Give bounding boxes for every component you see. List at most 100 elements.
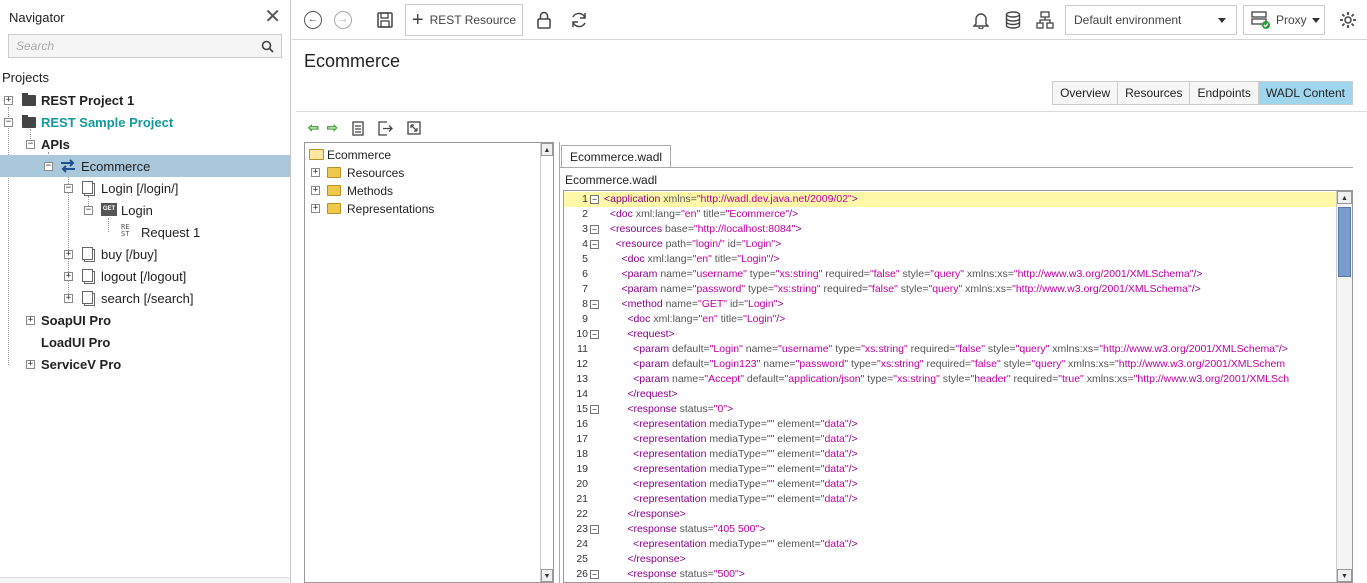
tree-item-buy[interactable]: + buy [/buy] xyxy=(0,243,290,265)
refresh-button[interactable] xyxy=(568,5,590,35)
arrow-right-icon[interactable]: ⇨ xyxy=(327,120,338,136)
collapse-icon[interactable]: − xyxy=(26,140,35,149)
code-line[interactable]: 12 <param default="Login123" name="passw… xyxy=(564,357,1336,372)
expand-icon[interactable]: + xyxy=(64,294,73,303)
code-line[interactable]: 19 <representation mediaType="" element=… xyxy=(564,462,1336,477)
network-button[interactable] xyxy=(1034,5,1056,35)
tree-item-label: APIs xyxy=(41,136,70,152)
tree-item-search[interactable]: + search [/search] xyxy=(0,287,290,309)
expand-icon[interactable]: + xyxy=(64,272,73,281)
expand-icon[interactable]: + xyxy=(4,96,13,105)
code-line[interactable]: 5 <doc xml:lang="en" title="Login"/> xyxy=(564,252,1336,267)
expand-icon[interactable]: + xyxy=(311,204,320,213)
expand-icon[interactable]: + xyxy=(26,360,35,369)
arrow-left-icon[interactable]: ⇦ xyxy=(308,120,319,136)
tab-resources[interactable]: Resources xyxy=(1118,82,1191,104)
proxy-button[interactable]: Proxy xyxy=(1243,5,1325,35)
back-button[interactable]: ← xyxy=(302,5,324,35)
close-icon[interactable]: ✕ xyxy=(264,7,281,27)
tree-item-label: LoadUI Pro xyxy=(41,334,111,350)
code-line[interactable]: 15− <response status="0"> xyxy=(564,402,1336,417)
code-line[interactable]: 2 <doc xml:lang="en" title="Ecommerce"/> xyxy=(564,207,1336,222)
expand-icon[interactable]: + xyxy=(311,168,320,177)
scroll-up-icon[interactable]: ▲ xyxy=(1337,191,1352,204)
tab-endpoints[interactable]: Endpoints xyxy=(1190,82,1259,104)
code-line[interactable]: 8− <method name="GET" id="Login"> xyxy=(564,297,1336,312)
fold-icon[interactable]: − xyxy=(590,225,599,234)
code-line[interactable]: 26− <response status="500"> xyxy=(564,567,1336,582)
collapse-icon[interactable]: − xyxy=(4,118,13,127)
fold-icon[interactable]: − xyxy=(590,405,599,414)
line-number: 26 xyxy=(576,568,588,580)
tree-item-login-method[interactable]: − GET Login xyxy=(0,199,290,221)
code-line[interactable]: 3− <resources base="http://localhost:808… xyxy=(564,222,1336,237)
tab-overview[interactable]: Overview xyxy=(1053,82,1119,104)
horizontal-scrollbar[interactable] xyxy=(0,577,290,583)
code-editor[interactable]: 1− <application xmlns="http://wadl.dev.ja… xyxy=(563,190,1353,583)
collapse-icon[interactable]: − xyxy=(84,206,93,215)
fold-icon[interactable]: − xyxy=(590,300,599,309)
code-line[interactable]: 1− <application xmlns="http://wadl.dev.ja… xyxy=(564,192,1336,207)
lock-button[interactable] xyxy=(533,5,555,35)
collapse-icon[interactable]: − xyxy=(44,162,53,171)
code-line[interactable]: 11 <param default="Login" name="username… xyxy=(564,342,1336,357)
code-line[interactable]: 23− <response status="405 500"> xyxy=(564,522,1336,537)
tree-item-request-1[interactable]: RE ST Request 1 xyxy=(0,221,290,243)
tab-wadl-content[interactable]: WADL Content xyxy=(1258,82,1352,104)
code-line[interactable]: 20 <representation mediaType="" element=… xyxy=(564,477,1336,492)
scroll-down-icon[interactable]: ▼ xyxy=(541,569,553,582)
resize-icon[interactable] xyxy=(407,121,421,135)
tree-item-logout[interactable]: + logout [/logout] xyxy=(0,265,290,287)
search-input[interactable] xyxy=(16,39,236,53)
code-line[interactable]: 9 <doc xml:lang="en" title="Login"/> xyxy=(564,312,1336,327)
expand-icon[interactable]: + xyxy=(64,250,73,259)
forward-button[interactable]: → xyxy=(332,5,354,35)
code-line[interactable]: 24 <representation mediaType="" element=… xyxy=(564,537,1336,552)
environment-select[interactable]: Default environment xyxy=(1065,5,1237,35)
code-line[interactable]: 25 </response> xyxy=(564,552,1336,567)
save-button[interactable] xyxy=(374,5,396,35)
expand-icon[interactable]: + xyxy=(26,316,35,325)
code-line[interactable]: 6 <param name="username" type="xs:string… xyxy=(564,267,1336,282)
page-title: Ecommerce xyxy=(304,51,401,71)
search-icon[interactable] xyxy=(261,40,274,53)
tree-item-servicev-pro[interactable]: + ServiceV Pro xyxy=(0,353,290,375)
document-icon[interactable] xyxy=(352,120,364,136)
code-line[interactable]: 17 <representation mediaType="" element=… xyxy=(564,432,1336,447)
tree-item-login-resource[interactable]: − Login [/login/] xyxy=(0,177,290,199)
code-line[interactable]: 7 <param name="password" type="xs:string… xyxy=(564,282,1336,297)
fold-icon[interactable]: − xyxy=(590,330,599,339)
fold-icon[interactable]: − xyxy=(590,525,599,534)
file-tab[interactable]: Ecommerce.wadl xyxy=(561,145,672,167)
editor-scrollbar[interactable]: ▲ ▼ xyxy=(1336,191,1352,582)
fold-icon[interactable]: − xyxy=(590,570,599,579)
code-line[interactable]: 18 <representation mediaType="" element=… xyxy=(564,447,1336,462)
code-line[interactable]: 21 <representation mediaType="" element=… xyxy=(564,492,1336,507)
tree-item-rest-project-1[interactable]: + REST Project 1 xyxy=(0,89,290,111)
database-button[interactable] xyxy=(1002,5,1024,35)
code-line[interactable]: 22 </response> xyxy=(564,507,1336,522)
add-rest-resource-button[interactable]: + REST Resource xyxy=(405,4,523,36)
tree-item-apis[interactable]: − APIs xyxy=(0,133,290,155)
scroll-up-icon[interactable]: ▲ xyxy=(541,143,553,156)
settings-button[interactable] xyxy=(1337,5,1359,35)
scroll-thumb[interactable] xyxy=(1338,207,1351,277)
code-line[interactable]: 4− <resource path="login/" id="Login"> xyxy=(564,237,1336,252)
scroll-down-icon[interactable]: ▼ xyxy=(1337,569,1352,582)
chevron-down-icon xyxy=(1218,17,1226,23)
notifications-button[interactable] xyxy=(970,5,992,35)
tree-item-rest-sample-project[interactable]: − REST Sample Project xyxy=(0,111,290,133)
tree-item-ecommerce[interactable]: − Ecommerce xyxy=(0,155,290,177)
fold-icon[interactable]: − xyxy=(590,240,599,249)
code-line[interactable]: 13 <param name="Accept" default="applica… xyxy=(564,372,1336,387)
fold-icon[interactable]: − xyxy=(590,195,599,204)
code-line[interactable]: 10− <request> xyxy=(564,327,1336,342)
tree-item-soapui-pro[interactable]: + SoapUI Pro xyxy=(0,309,290,331)
code-line[interactable]: 16 <representation mediaType="" element=… xyxy=(564,417,1336,432)
collapse-icon[interactable]: − xyxy=(64,184,73,193)
export-icon[interactable] xyxy=(378,120,393,136)
expand-icon[interactable]: + xyxy=(311,186,320,195)
tree-item-loadui-pro[interactable]: LoadUI Pro xyxy=(0,331,290,353)
code-line[interactable]: 14 </request> xyxy=(564,387,1336,402)
vertical-scrollbar[interactable]: ▲ ▼ xyxy=(540,143,553,582)
